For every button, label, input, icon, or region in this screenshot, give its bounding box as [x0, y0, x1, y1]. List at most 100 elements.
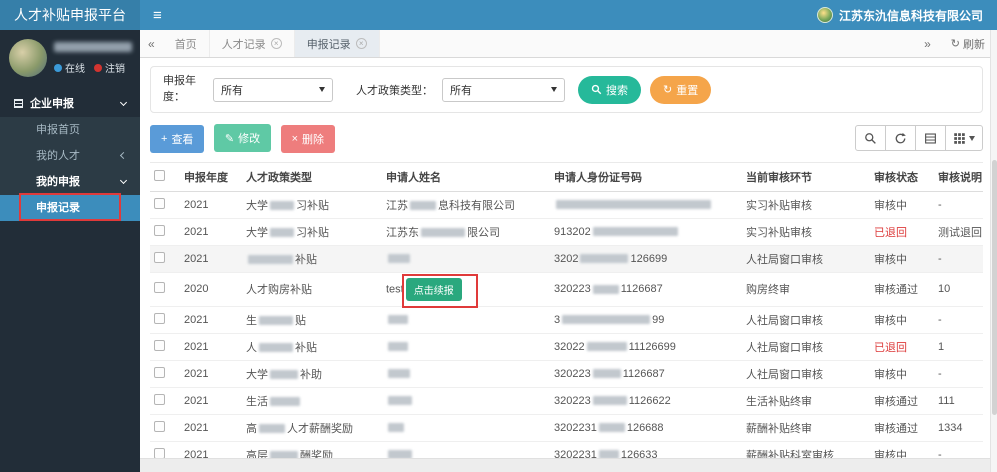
- cell-checkbox: [150, 386, 180, 414]
- row-checkbox[interactable]: [154, 339, 165, 351]
- edit-button[interactable]: ✎ 修改: [213, 124, 272, 152]
- cell-stage: 人社局窗口审核: [742, 359, 870, 387]
- cell-id-number: 320223 1126622: [550, 386, 742, 414]
- cell-policy: 高 人才薪酬奖励: [242, 413, 382, 441]
- tabs-scroll-left-icon[interactable]: «: [140, 37, 163, 51]
- sidebar-toggle-icon[interactable]: ≡: [153, 7, 162, 24]
- redacted-text: [556, 200, 711, 210]
- select-all-checkbox[interactable]: [154, 169, 165, 181]
- tab-申报记录[interactable]: 申报记录 ×: [294, 30, 380, 57]
- row-checkbox[interactable]: [154, 251, 165, 263]
- table-refresh-button[interactable]: [885, 125, 916, 152]
- cell-id-number: 3 99: [550, 305, 742, 333]
- row-checkbox[interactable]: [154, 197, 165, 209]
- sidebar-item-apply-records[interactable]: 申报记录: [0, 193, 140, 221]
- redacted-text: [592, 284, 619, 294]
- app-title: 人才补贴申报平台: [0, 0, 140, 30]
- company-avatar: [816, 7, 833, 23]
- column-header: 申报年度: [180, 161, 242, 192]
- cell-text: 32022: [554, 340, 585, 353]
- cell-stage: 购房终审: [742, 271, 870, 306]
- cell-status: 审核中: [870, 359, 934, 387]
- cell-year: 2021: [184, 198, 209, 211]
- user-panel: 在线 注销: [0, 30, 140, 87]
- redacted-text: [421, 228, 465, 238]
- redacted-text: [388, 342, 408, 352]
- row-checkbox[interactable]: [154, 224, 165, 236]
- sidebar-item-enterprise-apply[interactable]: 企业申报: [0, 91, 140, 117]
- cell-name: [382, 305, 550, 333]
- tab-label: 人才记录: [221, 38, 266, 51]
- cell-stage: 实习补贴审核: [746, 199, 812, 212]
- redacted-text: [388, 254, 410, 264]
- reset-button[interactable]: ↻ 重置: [650, 75, 712, 104]
- cell-note: 10: [934, 271, 983, 306]
- redacted-text: [586, 342, 627, 352]
- table-row[interactable]: 2021 生贴 3 99 人社局窗口审核 审核中 -: [150, 305, 983, 333]
- cell-text: 99: [652, 313, 665, 326]
- redacted-text: [259, 343, 293, 353]
- cell-note: 1334: [934, 413, 983, 441]
- table-row[interactable]: 2021 生活 320223 1126622 生活补贴终审 审核通过 111: [150, 386, 983, 414]
- company-account[interactable]: 江苏东氿信息科技有限公司: [816, 7, 983, 24]
- delete-button[interactable]: × 删除: [280, 124, 335, 153]
- tab-首页[interactable]: 首页: [163, 30, 210, 57]
- cell-text: 生活: [246, 395, 268, 408]
- cell-stage: 人社局窗口审核: [742, 305, 870, 333]
- table-row[interactable]: 2021 人 补贴 32022 11126699 人社局窗口审核 已退回 1: [150, 332, 983, 360]
- cell-policy: 补贴: [242, 244, 382, 272]
- close-icon[interactable]: ×: [355, 38, 367, 49]
- chevron-left-icon: [119, 151, 128, 160]
- policy-filter-select[interactable]: 所有: [442, 77, 565, 102]
- top-header: ≡ 江苏东氿信息科技有限公司: [140, 0, 997, 30]
- cell-text: 11126699: [628, 340, 676, 353]
- tab-人才记录[interactable]: 人才记录 ×: [210, 30, 295, 57]
- sidebar-item-my-apply[interactable]: 我的申报: [0, 169, 140, 195]
- table-columns-button[interactable]: [945, 125, 983, 152]
- sidebar-item-apply-home[interactable]: 申报首页: [0, 117, 140, 143]
- cell-text: 高: [246, 422, 257, 435]
- row-checkbox[interactable]: [154, 420, 165, 432]
- cell-name: [382, 332, 550, 360]
- year-filter-select[interactable]: 所有: [213, 77, 333, 102]
- search-button[interactable]: 搜索: [578, 75, 641, 104]
- table-row[interactable]: 2021 大学 补助 320223 1126687 人社局窗口审核 审核中 -: [150, 359, 983, 387]
- table-row[interactable]: 2020 人才购房补贴 test 点击续报 320223 1126687 购房终审 审核通过 1…: [150, 271, 983, 308]
- cell-checkbox: [150, 359, 180, 387]
- row-checkbox[interactable]: [154, 393, 165, 405]
- table-row[interactable]: 2021 大学 习补贴 江苏 息科技有限公司 实习补贴审核 审核中 -: [150, 191, 983, 218]
- refresh-page-button[interactable]: ↻ 刷新: [951, 36, 985, 52]
- view-button[interactable]: + 查看: [150, 124, 205, 153]
- cell-year: 2021: [180, 359, 242, 387]
- redacted-text: [592, 369, 621, 379]
- table-toggle-view-button[interactable]: [915, 125, 946, 152]
- tabs-scroll-right-icon[interactable]: »: [916, 37, 939, 51]
- select-caret-icon: [551, 87, 557, 92]
- cell-text: 人: [246, 341, 257, 354]
- table-row[interactable]: 2021 补贴 3202 126699 人社局窗口审核 审核中 -: [150, 244, 983, 272]
- table-row[interactable]: 2021 高 人才薪酬奖励 3202231 126688 薪酬补贴终审 审核通过 1334: [150, 413, 983, 441]
- cell-status: 审核中: [874, 199, 907, 212]
- row-checkbox[interactable]: [154, 312, 165, 324]
- redacted-text: [259, 316, 293, 326]
- close-icon[interactable]: ×: [270, 38, 282, 49]
- cell-year: 2021: [180, 217, 242, 245]
- scrollbar-thumb[interactable]: [992, 160, 997, 415]
- table-row[interactable]: 2021 大学 习补贴 江苏东 限公司 913202 实习补贴审核 已退回 测试退回: [150, 217, 983, 245]
- row-checkbox[interactable]: [154, 282, 165, 293]
- cell-year: 2021: [180, 386, 242, 414]
- cell-name: [382, 359, 550, 387]
- redacted-text: [410, 201, 436, 211]
- vertical-scrollbar[interactable]: [990, 30, 997, 472]
- cell-text: 大学: [246, 368, 268, 381]
- renew-button[interactable]: 点击续报: [405, 277, 462, 301]
- logout-link[interactable]: 注销: [105, 60, 125, 75]
- sidebar-item-label: 企业申报: [30, 98, 74, 110]
- row-checkbox[interactable]: [154, 366, 165, 378]
- cell-status: 审核通过: [870, 386, 934, 414]
- sidebar-item-my-talent[interactable]: 我的人才: [0, 143, 140, 169]
- row-checkbox[interactable]: [154, 447, 165, 459]
- table-search-button[interactable]: [855, 125, 886, 152]
- cell-note: -: [934, 359, 983, 387]
- column-header: 申请人身份证号码: [550, 161, 742, 192]
